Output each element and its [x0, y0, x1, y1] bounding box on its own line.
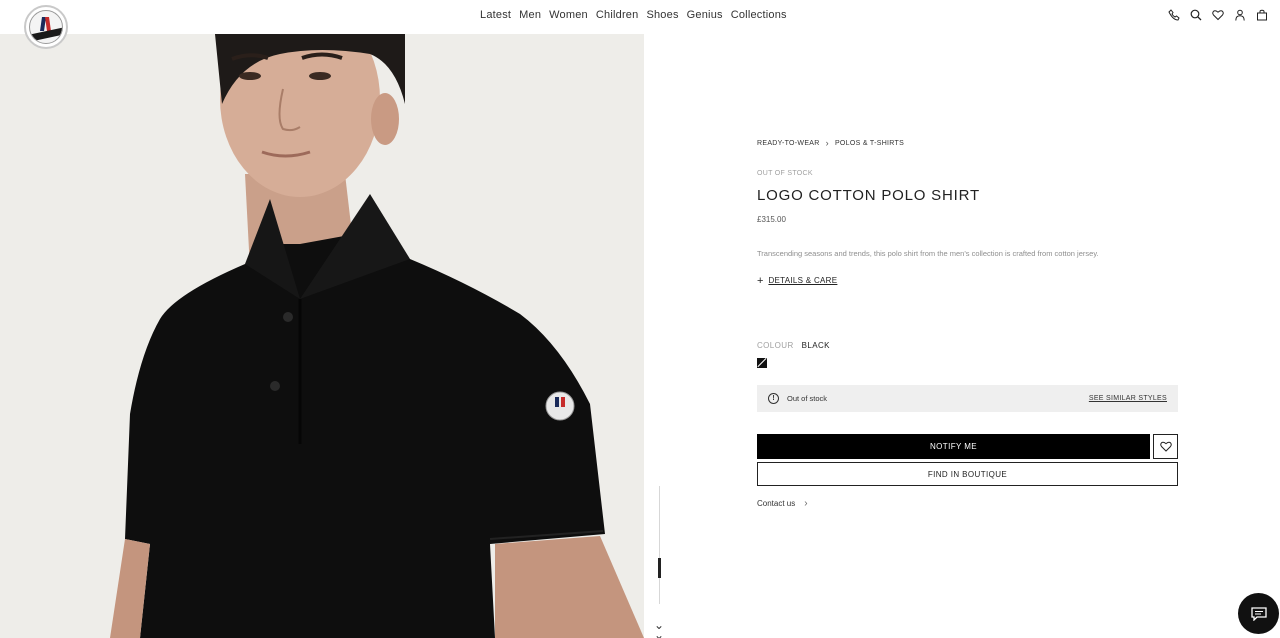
- product-description: Transcending seasons and trends, this po…: [757, 249, 1099, 258]
- breadcrumb: READY-TO-WEAR › POLOS & T-SHIRTS: [757, 138, 1178, 148]
- contact-us-label[interactable]: Contact us: [757, 499, 795, 508]
- heart-icon[interactable]: [1212, 9, 1224, 21]
- see-similar-styles-link[interactable]: SEE SIMILAR STYLES: [1089, 395, 1167, 402]
- nav-item-latest[interactable]: Latest: [480, 9, 511, 21]
- stock-status-label: OUT OF STOCK: [757, 170, 813, 177]
- moncler-logo-icon[interactable]: [24, 5, 68, 49]
- nav-item-shoes[interactable]: Shoes: [646, 9, 678, 21]
- colour-row: COLOUR BLACK: [757, 341, 1178, 350]
- nav-item-women[interactable]: Women: [549, 9, 588, 21]
- colour-swatch-black[interactable]: [757, 358, 767, 368]
- chat-button[interactable]: [1238, 593, 1279, 634]
- notify-me-button[interactable]: NOTIFY ME: [757, 434, 1150, 459]
- out-of-stock-message: Out of stock: [787, 394, 828, 403]
- breadcrumb-ready-to-wear[interactable]: READY-TO-WEAR: [757, 140, 820, 147]
- nav-item-men[interactable]: Men: [519, 9, 541, 21]
- bag-icon[interactable]: [1256, 9, 1268, 21]
- details-care-toggle[interactable]: + DETAILS & CARE: [757, 274, 1178, 287]
- search-icon[interactable]: [1190, 9, 1202, 21]
- heart-icon: [1159, 441, 1172, 452]
- product-title: LOGO COTTON POLO SHIRT: [757, 187, 980, 204]
- chevron-right-icon: ›: [825, 138, 829, 148]
- product-price: £315.00: [757, 215, 786, 224]
- cta-row: NOTIFY ME: [757, 434, 1178, 459]
- header-actions: [1168, 9, 1268, 21]
- site-header: Latest Men Women Children Shoes Genius C…: [0, 0, 1280, 49]
- gallery-scroll-track[interactable]: [659, 486, 660, 604]
- main-nav: Latest Men Women Children Shoes Genius C…: [480, 9, 787, 21]
- scroll-down-icon[interactable]: ⌄ ⌄: [654, 619, 664, 638]
- alert-icon: !: [768, 393, 779, 404]
- details-care-link[interactable]: DETAILS & CARE: [768, 276, 837, 285]
- gallery-scroll-thumb[interactable]: [658, 558, 661, 578]
- plus-icon: +: [757, 274, 764, 287]
- phone-icon[interactable]: [1168, 9, 1180, 21]
- product-details-panel: READY-TO-WEAR › POLOS & T-SHIRTS OUT OF …: [757, 138, 1178, 509]
- nav-item-collections[interactable]: Collections: [731, 9, 787, 21]
- wishlist-button[interactable]: [1153, 434, 1178, 459]
- nav-item-children[interactable]: Children: [596, 9, 639, 21]
- out-of-stock-banner: ! Out of stock SEE SIMILAR STYLES: [757, 385, 1178, 412]
- logo-emblem: [29, 10, 63, 44]
- chat-icon: [1250, 606, 1267, 621]
- chevron-right-icon: ›: [804, 498, 808, 509]
- colour-value: BLACK: [801, 341, 830, 350]
- contact-us-link[interactable]: Contact us ›: [757, 498, 1178, 509]
- nav-item-genius[interactable]: Genius: [687, 9, 723, 21]
- product-image[interactable]: [0, 34, 644, 638]
- breadcrumb-polos-tshirts[interactable]: POLOS & T-SHIRTS: [835, 140, 904, 147]
- colour-label: COLOUR: [757, 341, 794, 350]
- model-wearing-polo-illustration: [110, 34, 644, 638]
- user-icon[interactable]: [1234, 9, 1246, 21]
- find-in-boutique-button[interactable]: FIND IN BOUTIQUE: [757, 462, 1178, 486]
